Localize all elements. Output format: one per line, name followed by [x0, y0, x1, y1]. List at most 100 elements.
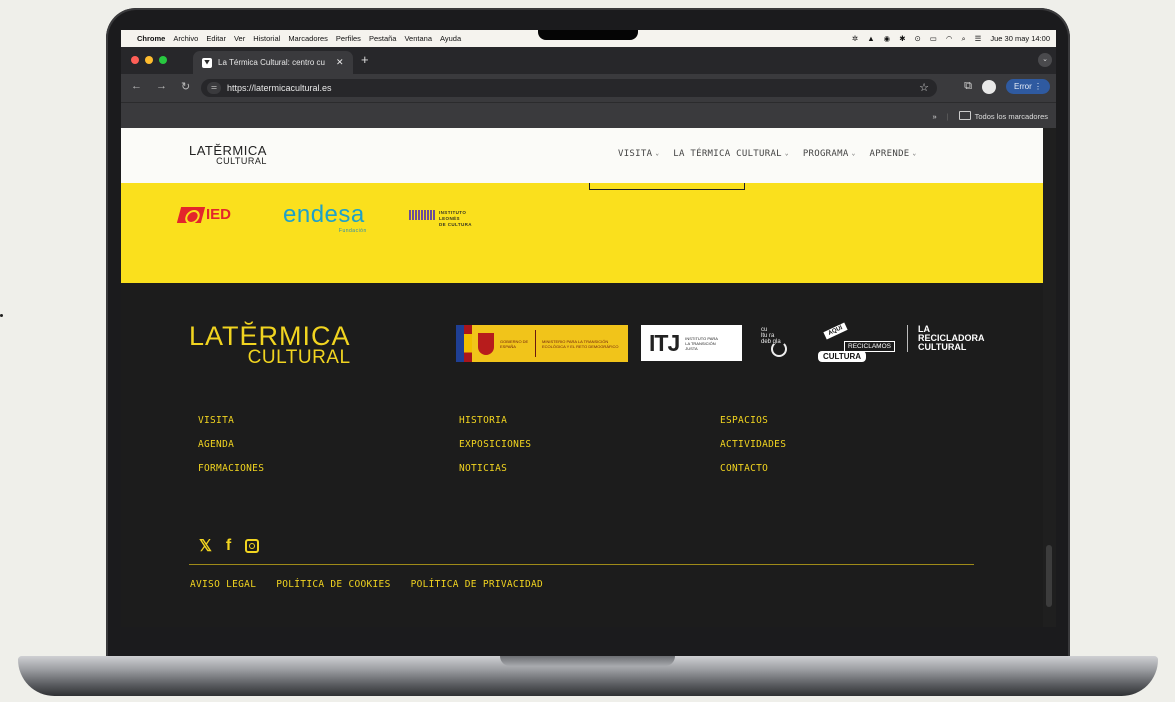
- nav-programa-label: PROGRAMA: [802, 149, 849, 159]
- site-favicon-icon: [202, 57, 212, 68]
- back-arrow-icon[interactable]: ←: [131, 80, 142, 93]
- aviso-legal-link[interactable]: AVISO LEGAL: [190, 579, 256, 590]
- status-circle-icon[interactable]: ◉: [884, 34, 891, 43]
- endesa-sub: Fundación: [338, 228, 367, 234]
- ied-logo[interactable]: IED: [176, 206, 232, 223]
- battery-icon[interactable]: ▭: [930, 34, 937, 43]
- stray-dot: [0, 314, 3, 317]
- sponsors-band: IED endesa Fundación INSTITUTO LEONÉS DE…: [121, 183, 1043, 283]
- chevron-down-icon: ⌄: [784, 150, 789, 157]
- menu-pestana[interactable]: Pestaña: [369, 34, 397, 43]
- status-app-icon[interactable]: ✲: [852, 34, 858, 43]
- screen: Chrome Archivo Editar Ver Historial Marc…: [121, 30, 1056, 627]
- wifi-icon[interactable]: ◠: [946, 34, 953, 43]
- extensions-icon[interactable]: ⧉: [964, 80, 972, 93]
- endesa-logo[interactable]: endesa Fundación: [283, 201, 366, 234]
- new-tab-icon[interactable]: +: [361, 52, 369, 67]
- close-tab-icon[interactable]: ✕: [336, 57, 344, 68]
- ied-text: IED: [206, 206, 232, 223]
- profile-avatar[interactable]: [981, 79, 996, 94]
- x-twitter-icon[interactable]: 𝕏: [199, 536, 212, 556]
- ied-mark-icon: [176, 206, 206, 223]
- itj-mark: ITJ: [649, 329, 680, 356]
- page-scrollbar[interactable]: [1043, 128, 1056, 627]
- instituto-leones-logo[interactable]: INSTITUTO LEONÉS DE CULTURA: [409, 210, 472, 228]
- itj-text: INSTITUTO PARA LA TRANSICIÓN JUSTA: [685, 335, 718, 351]
- site-logo[interactable]: LATĔRMICA CULTURAL: [189, 144, 267, 166]
- menu-ventana[interactable]: Ventana: [404, 34, 432, 43]
- forward-arrow-icon[interactable]: →: [156, 80, 167, 93]
- itj-logo[interactable]: ITJ INSTITUTO PARA LA TRANSICIÓN JUSTA: [641, 325, 742, 361]
- menu-marcadores[interactable]: Marcadores: [288, 34, 328, 43]
- tab-active[interactable]: La Térmica Cultural: centro cu ✕: [193, 51, 353, 74]
- ilc-line3: DE CULTURA: [439, 222, 472, 227]
- legal-links: AVISO LEGAL POLÍTICA DE COOKIES POLÍTICA…: [190, 579, 543, 590]
- politica-cookies-link[interactable]: POLÍTICA DE COOKIES: [276, 579, 390, 590]
- cultura-badge: CULTURA: [818, 351, 867, 362]
- footer-link-espacios[interactable]: ESPACIOS: [720, 415, 768, 426]
- politica-privacidad-link[interactable]: POLÍTICA DE PRIVACIDAD: [411, 579, 543, 590]
- menu-editar[interactable]: Editar: [206, 34, 226, 43]
- facebook-icon[interactable]: f: [226, 537, 231, 555]
- browser-toolbar: ← → ↻ ⚌ https://latermicacultural.es ☆ ⧉…: [121, 74, 1056, 102]
- bookmarks-overflow[interactable]: »: [933, 112, 937, 121]
- recicladora-line3: CULTURAL: [918, 342, 967, 352]
- site-logo-line2: CULTURAL: [216, 156, 267, 166]
- address-bar[interactable]: ⚌ https://latermicacultural.es ☆: [201, 79, 937, 97]
- nav-la-termica-cultural[interactable]: LA TÉRMICA CULTURAL ⌄: [673, 149, 789, 159]
- main-nav: VISITA ⌄ LA TÉRMICA CULTURAL ⌄ PROGRAMA ⌄ A…: [618, 149, 916, 159]
- chevron-down-icon: ⌄: [655, 150, 660, 157]
- menu-perfiles[interactable]: Perfiles: [336, 34, 361, 43]
- folder-icon: [958, 111, 971, 120]
- maximize-window-button[interactable]: [159, 56, 167, 64]
- nav-aprende[interactable]: APRENDE ⌄: [869, 149, 916, 159]
- instagram-icon[interactable]: [245, 539, 260, 553]
- control-center-icon[interactable]: ☰: [975, 34, 982, 43]
- nav-visita[interactable]: VISITA ⌄: [618, 149, 659, 159]
- chevron-down-icon: ⌄: [912, 150, 917, 157]
- site-info-icon[interactable]: ⚌: [207, 82, 221, 94]
- footer-link-contacto[interactable]: CONTACTO: [720, 463, 768, 474]
- footer-logo-line1: LATĔRMICA: [189, 321, 351, 351]
- bookmark-star-icon[interactable]: ☆: [919, 81, 929, 94]
- address-url[interactable]: https://latermicacultural.es: [227, 83, 332, 93]
- footer-link-formaciones[interactable]: FORMACIONES: [198, 463, 264, 474]
- recicladora-cultural-logo[interactable]: LA RECICLADORA CULTURAL: [907, 325, 985, 352]
- menu-historial[interactable]: Historial: [253, 34, 280, 43]
- partial-button-outline[interactable]: [589, 183, 745, 190]
- gob-divider: [535, 330, 536, 357]
- reciclamos-cultura-logo[interactable]: AQUÍ RECICLAMOS CULTURA: [818, 322, 895, 363]
- reload-icon[interactable]: ↻: [181, 80, 190, 93]
- drive-icon[interactable]: ▲: [867, 34, 874, 43]
- footer-link-noticias[interactable]: NOTICIAS: [459, 463, 507, 474]
- search-icon[interactable]: ⌕: [961, 34, 965, 44]
- error-button[interactable]: Error ⋮: [1005, 79, 1050, 94]
- menu-archivo[interactable]: Archivo: [173, 34, 198, 43]
- footer-link-actividades[interactable]: ACTIVIDADES: [720, 439, 786, 450]
- all-bookmarks-folder[interactable]: Todos los marcadores: [958, 111, 1048, 121]
- nav-visita-label: VISITA: [618, 149, 653, 159]
- power-circle-icon: [771, 341, 787, 357]
- eu-flag-icon: [456, 325, 464, 362]
- close-window-button[interactable]: [131, 56, 139, 64]
- footer-link-historia[interactable]: HISTORIA: [459, 415, 507, 426]
- all-bookmarks-label: Todos los marcadores: [974, 112, 1048, 121]
- menu-ayuda[interactable]: Ayuda: [440, 34, 461, 43]
- footer-link-visita[interactable]: VISITA: [198, 415, 234, 426]
- menu-ver[interactable]: Ver: [234, 34, 245, 43]
- clock[interactable]: Jue 30 may 14:00: [990, 34, 1050, 43]
- scrollbar-thumb[interactable]: [1046, 545, 1052, 607]
- bluetooth-icon[interactable]: ✱: [899, 34, 905, 43]
- footer-logo[interactable]: LATĔRMICA CULTURAL: [189, 321, 351, 368]
- play-icon[interactable]: ⊙: [915, 34, 921, 43]
- tab-search-chevron-icon[interactable]: ⌄: [1038, 53, 1052, 67]
- tab-bar: La Térmica Cultural: centro cu ✕ + ⌄: [121, 47, 1056, 74]
- gobierno-logo[interactable]: GOBIERNO DE ESPAÑA MINISTERIO PARA LA TR…: [456, 325, 628, 362]
- footer-link-agenda[interactable]: AGENDA: [198, 439, 234, 450]
- menubar-app-name[interactable]: Chrome: [137, 34, 165, 43]
- footer-link-exposiciones[interactable]: EXPOSICIONES: [459, 439, 531, 450]
- nav-programa[interactable]: PROGRAMA ⌄: [803, 149, 856, 159]
- bookmarks-bar: » | Todos los marcadores: [121, 102, 1056, 129]
- minimize-window-button[interactable]: [145, 56, 153, 64]
- cultura-logo[interactable]: cu ltu ra deb gla: [761, 327, 787, 357]
